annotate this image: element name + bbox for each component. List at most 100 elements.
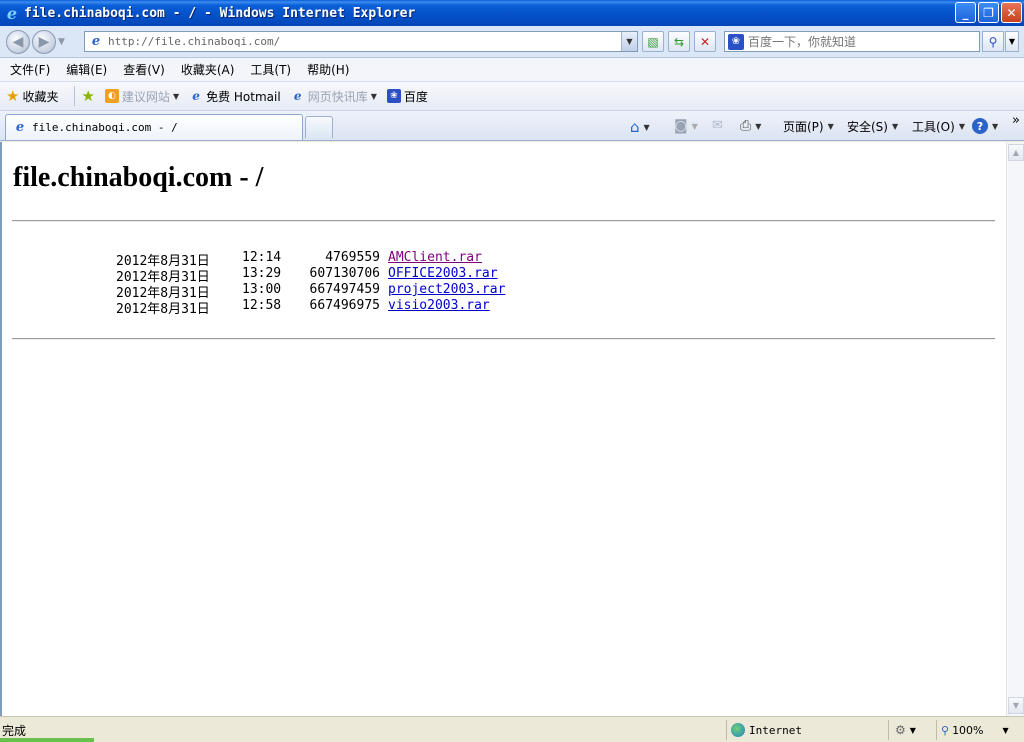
address-row: ◀ ▶ ▼ e ▼ ▧ ⇆ ✕ ❀ ⚲ ▼ <box>0 26 1024 58</box>
fav-suggested-sites[interactable]: ◐ 建议网站 ▼ <box>104 88 179 105</box>
fav-hotmail-label: 免费 Hotmail <box>206 89 281 104</box>
add-favorite-icon: ★ <box>81 87 95 105</box>
ie-page-icon: e <box>15 120 25 135</box>
globe-icon <box>731 723 745 737</box>
window-controls: _ ❐ ✕ <box>955 2 1022 23</box>
recent-pages-dropdown[interactable]: ▼ <box>58 37 65 47</box>
file-listing: 2012年8月31日 12:14 4769559 AMClient.rar 20… <box>116 250 505 317</box>
file-link[interactable]: project2003.rar <box>388 282 505 298</box>
page-menu-label: 页面(P) <box>783 120 824 134</box>
protected-mode-button[interactable]: ⚙ ▼ <box>888 720 916 740</box>
more-commands-chevron-icon[interactable]: » <box>1012 113 1020 128</box>
ie-page-icon: e <box>293 89 302 103</box>
favorites-label: 收藏夹 <box>22 89 59 104</box>
help-icon: ? <box>972 118 988 134</box>
star-icon: ★ <box>6 87 20 105</box>
tab-label: file.chinaboqi.com - / <box>32 121 178 134</box>
file-row: 2012年8月31日 13:29 607130706 OFFICE2003.ra… <box>116 266 505 285</box>
refresh-button[interactable]: ⇆ <box>668 31 690 52</box>
close-button[interactable]: ✕ <box>1001 2 1022 23</box>
menu-help[interactable]: 帮助(H) <box>307 61 349 78</box>
fav-hotmail[interactable]: e 免费 Hotmail <box>189 88 281 105</box>
page-menu-button[interactable]: 页面(P) ▼ <box>783 118 834 135</box>
add-to-favorites-bar-button[interactable]: ★ <box>81 87 94 105</box>
forward-arrow-icon: ▶ <box>38 33 50 50</box>
file-link[interactable]: visio2003.rar <box>388 298 490 314</box>
forward-button[interactable]: ▶ <box>32 29 56 54</box>
top-divider <box>12 220 995 222</box>
status-bar: 完成 Internet ⚙ ▼ ⚲ 100% ▼ <box>0 716 1024 742</box>
feeds-button[interactable]: ◙ ▼ <box>674 118 698 134</box>
bottom-divider <box>12 338 995 340</box>
compatibility-view-button[interactable]: ▧ <box>642 31 664 52</box>
address-bar: e ▼ <box>84 31 638 52</box>
compatibility-icon: ▧ <box>647 34 659 49</box>
read-mail-button[interactable]: ✉ <box>712 118 723 133</box>
suggested-sites-icon: ◐ <box>104 89 119 103</box>
search-box: ❀ <box>724 31 980 52</box>
menu-file[interactable]: 文件(F) <box>10 61 50 78</box>
search-button[interactable]: ⚲ <box>982 31 1004 52</box>
chevron-down-icon: ▼ <box>370 91 377 101</box>
help-button[interactable]: ? ▼ <box>972 118 998 134</box>
file-time: 12:58 <box>242 298 282 313</box>
page-heading: file.chinaboqi.com - / <box>13 162 264 193</box>
back-arrow-icon: ◀ <box>12 33 24 50</box>
search-icon: ⚲ <box>988 34 998 49</box>
chevron-down-icon: ▼ <box>958 122 965 131</box>
zoom-control[interactable]: ⚲ 100% ▼ <box>936 720 1009 740</box>
fav-web-slice-gallery[interactable]: e 网页快讯库 ▼ <box>291 88 377 105</box>
back-button[interactable]: ◀ <box>6 29 30 54</box>
minimize-button[interactable]: _ <box>955 2 976 23</box>
scroll-up-button[interactable]: ▲ <box>1008 144 1024 161</box>
stop-icon: ✕ <box>699 34 711 49</box>
menu-favorites[interactable]: 收藏夹(A) <box>181 61 235 78</box>
file-size: 607130706 <box>309 266 380 281</box>
file-link[interactable]: OFFICE2003.rar <box>388 266 498 282</box>
taskbar-edge <box>0 738 94 742</box>
file-time: 12:14 <box>242 250 282 265</box>
menu-tools[interactable]: 工具(T) <box>250 61 291 78</box>
tab-current[interactable]: e file.chinaboqi.com - / <box>5 114 303 140</box>
restore-button[interactable]: ❐ <box>978 2 999 23</box>
fav-baidu[interactable]: ❀ 百度 <box>386 88 428 105</box>
chevron-down-icon: ▼ <box>643 122 650 132</box>
printer-icon: ⎙ <box>740 118 752 134</box>
zoom-level: 100% <box>952 723 984 737</box>
zone-label: Internet <box>749 723 802 737</box>
print-button[interactable]: ⎙ ▼ <box>740 118 761 134</box>
page-content: file.chinaboqi.com - / 2012年8月31日 12:14 … <box>0 142 1006 716</box>
home-button[interactable]: ⌂ ▼ <box>630 118 650 136</box>
page-icon: e <box>91 34 101 49</box>
protected-mode-icon: ⚙ <box>895 723 906 737</box>
file-size: 4769559 <box>325 250 380 265</box>
menu-view[interactable]: 查看(V) <box>123 61 165 78</box>
search-options-dropdown[interactable]: ▼ <box>1005 31 1019 52</box>
fav-baidu-label: 百度 <box>403 89 428 104</box>
address-dropdown-button[interactable]: ▼ <box>621 32 637 51</box>
ie-page-icon: e <box>192 89 200 103</box>
scroll-down-button[interactable]: ▼ <box>1008 697 1024 714</box>
baidu-paw-icon: ❀ <box>728 33 744 50</box>
new-tab-button[interactable] <box>305 116 333 138</box>
magnifier-icon: ⚲ <box>941 723 950 737</box>
file-size: 667496975 <box>309 298 380 313</box>
rss-feed-icon: ◙ <box>674 118 688 134</box>
search-input[interactable] <box>748 34 968 49</box>
vertical-scrollbar[interactable]: ▲ ▼ <box>1006 142 1024 716</box>
home-icon: ⌂ <box>630 118 640 136</box>
file-link[interactable]: AMClient.rar <box>388 250 482 266</box>
title-bar: e file.chinaboqi.com - / - Windows Inter… <box>0 0 1024 26</box>
stop-button[interactable]: ✕ <box>694 31 716 52</box>
safety-menu-button[interactable]: 安全(S) ▼ <box>847 118 898 135</box>
menu-edit[interactable]: 编辑(E) <box>66 61 107 78</box>
security-zone[interactable]: Internet <box>726 720 802 740</box>
menu-bar: 文件(F) 编辑(E) 查看(V) 收藏夹(A) 工具(T) 帮助(H) <box>0 58 1024 82</box>
window-title: file.chinaboqi.com - / - Windows Interne… <box>24 5 416 21</box>
tools-menu-button[interactable]: 工具(O) ▼ <box>912 118 965 135</box>
file-time: 13:00 <box>242 282 282 297</box>
chevron-down-icon: ▼ <box>827 122 834 131</box>
favorites-center-button[interactable]: ★ 收藏夹 <box>6 87 58 105</box>
refresh-icon: ⇆ <box>673 34 685 49</box>
address-input[interactable] <box>108 35 618 48</box>
